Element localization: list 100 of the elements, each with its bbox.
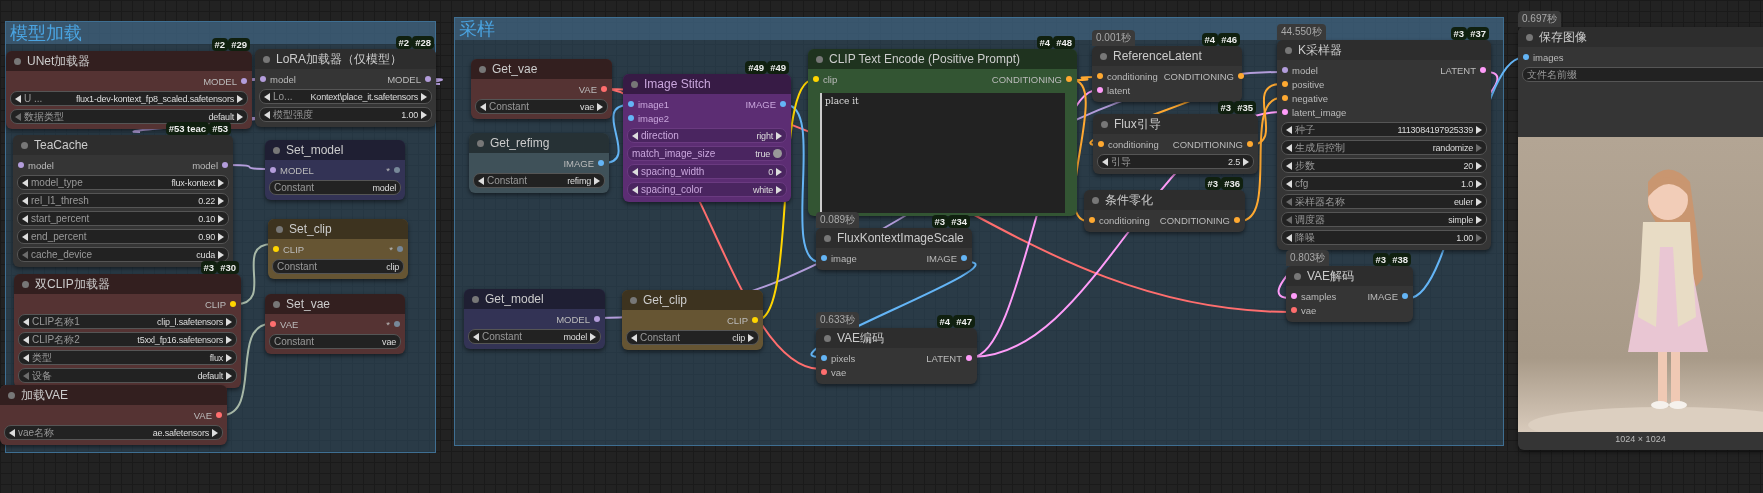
node[interactable]: ReferenceLatent conditioning CONDITIONING latent xyxy=(1092,46,1242,102)
slot-label: IMAGE xyxy=(745,98,776,110)
node-header[interactable]: CLIP Text Encode (Positive Prompt) xyxy=(808,49,1077,69)
combo-widget[interactable]: 类型 flux xyxy=(18,350,237,365)
slot-label: IMAGE xyxy=(563,157,594,169)
text-widget[interactable]: Constant vae xyxy=(269,334,401,349)
combo-widget[interactable]: rel_l1_thresh 0.22 xyxy=(17,193,229,208)
node[interactable]: Set_clip CLIP * Constant clip xyxy=(268,219,408,279)
node-header[interactable]: TeaCache xyxy=(13,135,233,155)
combo-widget[interactable]: model_type flux-kontext xyxy=(17,175,229,190)
slot-label: CLIP xyxy=(204,298,226,310)
node[interactable]: Get_vae VAE Constant vae xyxy=(471,59,612,119)
node[interactable]: Get_clip CLIP Constant clip xyxy=(622,290,763,350)
node[interactable]: Flux引导 conditioning CONDITIONING 引导 2.5 xyxy=(1093,114,1258,174)
prompt-field[interactable]: place it xyxy=(820,93,1065,213)
combo-widget[interactable]: 数据类型 default xyxy=(10,109,248,124)
node[interactable]: CLIP Text Encode (Positive Prompt) clip CONDITIONING place it xyxy=(808,49,1077,216)
combo-widget[interactable]: Lo... Kontext\place_it.safetensors xyxy=(259,89,432,104)
toggle-widget[interactable]: match_image_size true xyxy=(627,146,787,161)
node-header[interactable]: K采样器 xyxy=(1277,40,1491,60)
combo-widget[interactable]: 降噪 1.00 xyxy=(1281,230,1487,245)
combo-widget[interactable]: Constant vae xyxy=(475,99,608,114)
combo-widget[interactable]: end_percent 0.90 xyxy=(17,229,229,244)
node[interactable]: LoRA加载器（仅模型） model MODEL Lo... Kontext\place_it.safetensors 模型强度 1.00 xyxy=(255,49,436,127)
node[interactable]: Get_refimg IMAGE Constant refimg xyxy=(469,133,609,193)
node-header[interactable]: VAE编码 xyxy=(816,328,977,348)
slot-label: LATENT xyxy=(1440,64,1476,76)
node-header[interactable]: LoRA加载器（仅模型） xyxy=(255,49,436,69)
slot-label: CLIP xyxy=(283,243,305,255)
node-header[interactable]: Set_model xyxy=(265,140,405,160)
group-title: 采样 xyxy=(459,18,495,40)
node-title: Set_model xyxy=(286,143,344,157)
node-header[interactable]: Set_vae xyxy=(265,294,405,314)
combo-widget[interactable]: 种子 1113084197925339 xyxy=(1281,122,1487,137)
slot-label: VAE xyxy=(578,83,597,95)
node-badge: #37 xyxy=(1467,27,1489,40)
execution-time: 44.550秒 xyxy=(1277,24,1326,40)
node[interactable]: VAE编码 pixels LATENT vae xyxy=(816,328,977,384)
node[interactable]: 条件零化 conditioning CONDITIONING xyxy=(1084,190,1245,232)
node-header[interactable]: Get_refimg xyxy=(469,133,609,153)
combo-widget[interactable]: Constant refimg xyxy=(473,173,605,188)
combo-widget[interactable]: CLIP名称1 clip_l.safetensors xyxy=(18,314,237,329)
node-title: 双CLIP加载器 xyxy=(35,275,110,293)
node-badge: #46 xyxy=(1218,33,1240,46)
image-size-label: 1024 × 1024 xyxy=(1614,434,1667,444)
node-header[interactable]: Get_clip xyxy=(622,290,763,310)
combo-widget[interactable]: 引导 2.5 xyxy=(1097,154,1254,169)
combo-widget[interactable]: 生成后控制 randomize xyxy=(1281,140,1487,155)
node[interactable]: FluxKontextImageScale image IMAGE xyxy=(816,228,972,270)
node[interactable]: Image Stitch image1 IMAGE image2 direction right match_image_size true spacing_width 0 spacing_color white xyxy=(623,74,791,202)
node-header[interactable]: FluxKontextImageScale xyxy=(816,228,972,248)
node[interactable]: Set_model MODEL * Constant model xyxy=(265,140,405,200)
node-title: 加载VAE xyxy=(21,386,69,404)
node-header[interactable]: 双CLIP加载器 xyxy=(14,274,241,294)
combo-widget[interactable]: 采样器名称 euler xyxy=(1281,194,1487,209)
node-header[interactable]: 条件零化 xyxy=(1084,190,1245,210)
node-header[interactable]: 加载VAE xyxy=(0,385,227,405)
text-widget[interactable]: Constant clip xyxy=(272,259,404,274)
combo-widget[interactable]: 调度器 simple xyxy=(1281,212,1487,227)
node-header[interactable]: 保存图像 xyxy=(1518,27,1763,47)
node-header[interactable]: Get_vae xyxy=(471,59,612,79)
combo-widget[interactable]: spacing_color white xyxy=(627,182,787,197)
node-header[interactable]: Flux引导 xyxy=(1093,114,1258,134)
node[interactable]: VAE解码 samples IMAGE vae xyxy=(1286,266,1413,322)
slot-label: * xyxy=(386,164,390,176)
text-widget[interactable]: Constant model xyxy=(269,180,401,195)
combo-widget[interactable]: U ... flux1-dev-kontext_fp8_scaled.safetensors xyxy=(10,91,248,106)
combo-widget[interactable]: CLIP名称2 t5xxl_fp16.safetensors xyxy=(18,332,237,347)
combo-widget[interactable]: 模型强度 1.00 xyxy=(259,107,432,122)
node[interactable]: Set_vae VAE * Constant vae xyxy=(265,294,405,354)
node[interactable]: Get_model MODEL Constant model xyxy=(464,289,605,349)
node-title: Image Stitch xyxy=(644,77,711,91)
combo-widget[interactable]: start_percent 0.10 xyxy=(17,211,229,226)
combo-widget[interactable]: vae名称 ae.safetensors xyxy=(4,425,223,440)
node[interactable]: 保存图像 images 文件名前缀 1024 × 1024 xyxy=(1518,27,1763,450)
slot-label: MODEL xyxy=(280,164,314,176)
node-title: Flux引导 xyxy=(1114,115,1161,133)
node-badge: #4 xyxy=(1201,33,1219,46)
slot-label: IMAGE xyxy=(1367,290,1398,302)
node-header[interactable]: Image Stitch xyxy=(623,74,791,94)
node-header[interactable]: UNet加载器 xyxy=(6,51,252,71)
node-header[interactable]: ReferenceLatent xyxy=(1092,46,1242,66)
execution-time: 0.697秒 xyxy=(1518,11,1562,27)
node[interactable]: 双CLIP加载器 CLIP CLIP名称1 clip_l.safetensors CLIP名称2 t5xxl_fp16.safetensors 类型 flux 设备 default xyxy=(14,274,241,388)
combo-widget[interactable]: Constant clip xyxy=(626,330,759,345)
node-header[interactable]: Set_clip xyxy=(268,219,408,239)
combo-widget[interactable]: cache_device cuda xyxy=(17,247,229,262)
combo-widget[interactable]: spacing_width 0 xyxy=(627,164,787,179)
combo-widget[interactable]: 设备 default xyxy=(18,368,237,383)
node-header[interactable]: VAE解码 xyxy=(1286,266,1413,286)
node-title: Get_vae xyxy=(492,62,538,76)
node-header[interactable]: Get_model xyxy=(464,289,605,309)
combo-widget[interactable]: cfg 1.0 xyxy=(1281,176,1487,191)
node[interactable]: K采样器 model LATENT positive negative latent_image 种子 1113084197925339 生成后控制 randomize 步数 20 cfg 1.0 采样器名称 euler 调度器 simple 降噪 1.00 xyxy=(1277,40,1491,250)
execution-time: 0.001秒 xyxy=(1092,30,1136,46)
combo-widget[interactable]: Constant model xyxy=(468,329,601,344)
combo-widget[interactable]: 步数 20 xyxy=(1281,158,1487,173)
combo-widget[interactable]: direction right xyxy=(627,128,787,143)
node[interactable]: 加载VAE VAE vae名称 ae.safetensors xyxy=(0,385,227,445)
text-widget[interactable]: 文件名前缀 xyxy=(1522,67,1763,82)
